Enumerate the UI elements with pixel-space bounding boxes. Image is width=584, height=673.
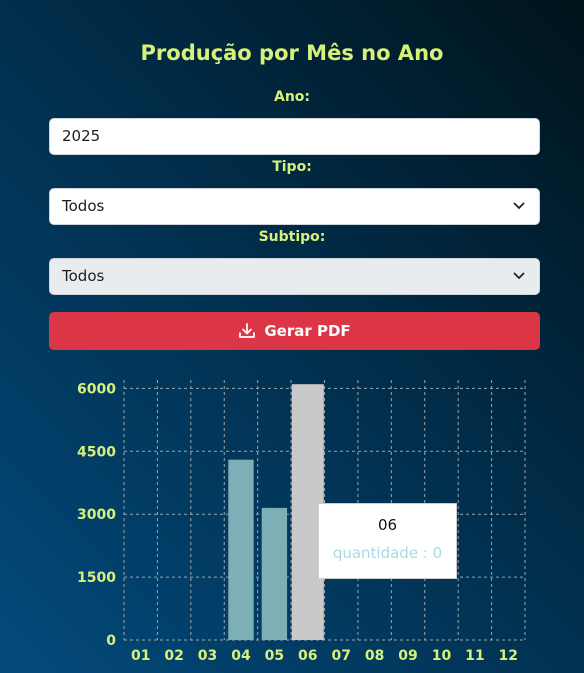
y-tick-label: 3000 (77, 507, 116, 523)
production-panel: Produção por Mês no Ano Ano: 2025 Tipo: … (0, 0, 584, 673)
year-label: Ano: (273, 89, 311, 105)
year-value: 2025 (62, 127, 101, 145)
subtype-label: Subtipo: (258, 229, 326, 245)
bar-04 (228, 459, 254, 640)
x-tick-label: 03 (198, 648, 217, 664)
x-tick-label: 11 (465, 648, 484, 664)
bar-05 (261, 507, 288, 640)
year-input[interactable]: 2025 (49, 118, 540, 155)
x-tick-label: 10 (432, 648, 452, 664)
type-value: Todos (62, 197, 105, 215)
x-tick-label: 04 (231, 648, 251, 664)
x-tick-label: 09 (398, 648, 417, 664)
tooltip-value: quantidade : 0 (332, 544, 443, 562)
type-label: Tipo: (272, 159, 312, 175)
page-title: Produção por Mês no Ano (140, 41, 444, 65)
chart-tooltip: 06 quantidade : 0 (318, 503, 457, 579)
production-bar-chart: 0 1500 3000 4500 6000 01 02 03 04 05 06 07 08 09 10 11 1… (77, 380, 526, 664)
subtype-value: Todos (62, 267, 105, 285)
generate-pdf-button[interactable]: Gerar PDF (49, 312, 540, 350)
x-tick-label: 01 (131, 648, 150, 664)
y-tick-label: 6000 (77, 381, 116, 397)
x-tick-label: 12 (499, 648, 518, 664)
x-tick-label: 05 (265, 648, 284, 664)
generate-pdf-label: Gerar PDF (264, 322, 351, 340)
y-tick-label: 4500 (77, 444, 116, 460)
type-select[interactable]: Todos (49, 188, 540, 225)
y-tick-label: 0 (106, 633, 116, 649)
chevron-down-icon (513, 272, 525, 280)
y-tick-label: 1500 (77, 570, 116, 586)
x-tick-label: 06 (298, 648, 317, 664)
x-tick-label: 08 (365, 648, 384, 664)
x-tick-label: 02 (164, 648, 183, 664)
chevron-down-icon (513, 202, 525, 210)
x-tick-label: 07 (331, 648, 350, 664)
download-icon (239, 323, 256, 338)
tooltip-label: 06 (377, 516, 398, 534)
subtype-select[interactable]: Todos (49, 258, 540, 295)
